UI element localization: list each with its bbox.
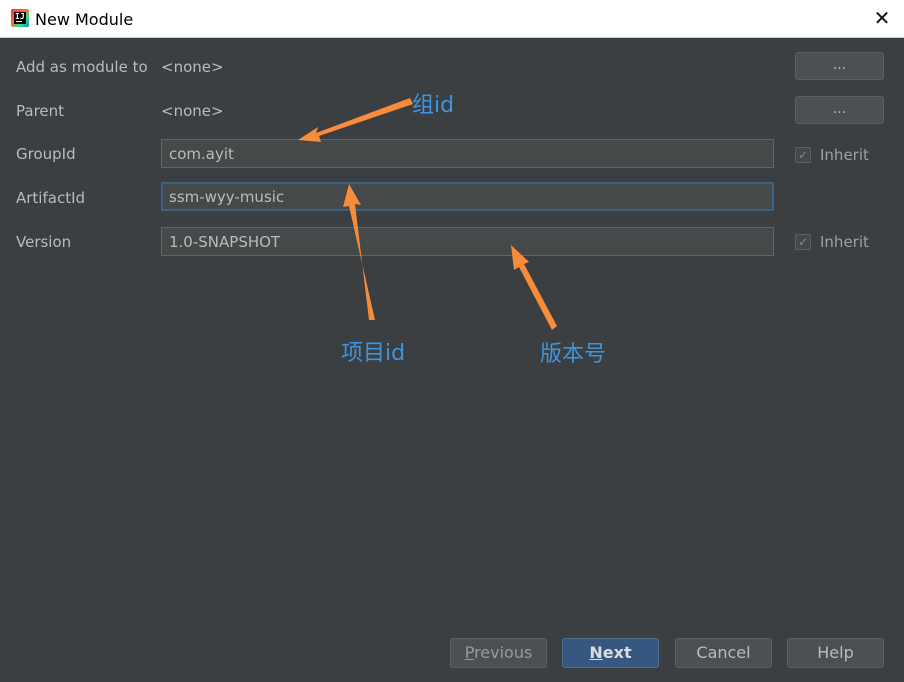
- group-id-annotation: 组id: [412, 93, 455, 118]
- group-id-arrow: [298, 98, 413, 142]
- previous-button[interactable]: Previous: [450, 638, 547, 668]
- previous-mnemonic: P: [464, 643, 475, 662]
- next-button[interactable]: Next: [562, 638, 659, 668]
- artifact-id-arrow: [343, 184, 375, 320]
- version-annotation: 版本号: [540, 342, 607, 367]
- next-label-rest: ext: [602, 643, 632, 662]
- version-arrow: [511, 245, 557, 330]
- help-button[interactable]: Help: [787, 638, 884, 668]
- previous-label-rest: revious: [474, 643, 533, 662]
- cancel-button[interactable]: Cancel: [675, 638, 772, 668]
- artifact-id-annotation: 项目id: [341, 341, 406, 366]
- next-mnemonic: N: [589, 643, 603, 662]
